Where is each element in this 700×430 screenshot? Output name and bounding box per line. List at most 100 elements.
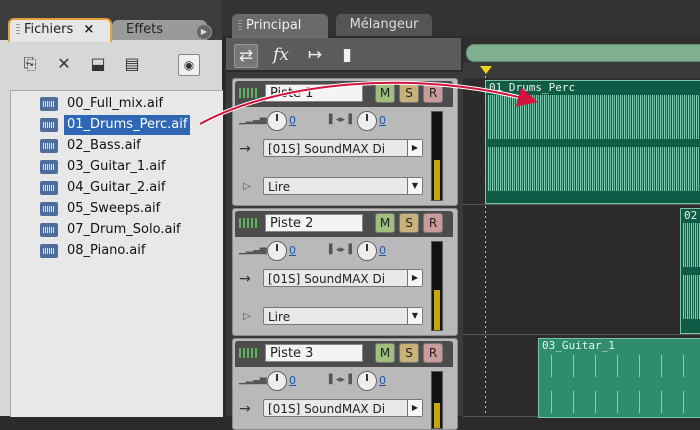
input-select[interactable]: [01S] SoundMAX Di ▶ [263,269,423,287]
zoom-navigator[interactable] [466,44,700,62]
track-grip-icon[interactable] [239,218,259,228]
track-grip-icon[interactable] [239,348,259,358]
audio-clip[interactable]: 01_Drums_Perc [485,80,700,204]
file-list-item[interactable]: 02_Bass.aif [40,136,144,156]
record-button[interactable]: R [423,83,443,103]
track-header[interactable]: Piste 1 M S R ▁▂▃▅ 0 ▌◂▸▐ 0 → [01S] Soun… [232,78,458,206]
volume-knob[interactable] [267,371,287,391]
volume-icon: ▁▂▃▅ [239,245,267,255]
pan-knob[interactable] [357,111,377,131]
audio-clip[interactable]: 02 [680,208,700,334]
inputs-outputs-icon[interactable]: ⇄ [234,44,258,68]
tab-principal-label: Principal [246,18,302,33]
pan-value[interactable]: 0 [379,374,386,387]
tab-grip-icon [238,19,242,32]
file-name: 05_Sweeps.aif [67,201,161,216]
panel-menu-icon[interactable]: ▶ [196,24,212,40]
audio-file-icon [40,244,58,258]
audio-file-icon [40,97,58,111]
file-list-item[interactable]: 05_Sweeps.aif [40,199,163,219]
automation-mode-value: Lire [268,310,291,324]
file-list-item[interactable]: 03_Guitar_1.aif [40,157,168,177]
volume-knob[interactable] [267,111,287,131]
track-header[interactable]: Piste 2 M S R ▁▂▃▅ 0 ▌◂▸▐ 0 → [01S] Soun… [232,208,458,336]
track-header[interactable]: Piste 3 M S R ▁▂▃▅ 0 ▌◂▸▐ 0 → [01S] Soun… [232,338,458,430]
automation-mode-select[interactable]: Lire ▼ [263,177,423,195]
waveform [488,147,700,191]
pan-icon: ▌◂▸▐ [329,375,352,385]
automation-mode-select[interactable]: Lire ▼ [263,307,423,325]
pan-knob[interactable] [357,241,377,261]
file-name: 01_Drums_Perc.aif [67,117,188,132]
tab-files[interactable]: Fichiers × [8,18,112,42]
eq-icon[interactable]: ▮ [336,44,358,66]
tab-melangeur[interactable]: Mélangeur [336,14,432,36]
volume-knob[interactable] [267,241,287,261]
tab-principal[interactable]: Principal [232,14,328,38]
insert-cd-icon[interactable]: ▤ [122,54,142,74]
file-list-item[interactable]: 07_Drum_Solo.aif [40,220,184,240]
track-lane[interactable] [463,206,700,335]
pan-value[interactable]: 0 [379,114,386,127]
track-name-field[interactable]: Piste 1 [265,84,363,102]
expand-triangle-icon[interactable]: ▷ [243,311,251,322]
file-name: 07_Drum_Solo.aif [67,222,181,237]
tab-close-icon[interactable]: × [83,22,94,37]
pan-icon: ▌◂▸▐ [329,245,352,255]
insert-multitrack-icon[interactable]: ⬓ [88,54,108,74]
mute-button[interactable]: M [375,83,395,103]
effects-icon[interactable]: fx [270,44,292,66]
playhead-line [485,76,486,416]
pan-icon: ▌◂▸▐ [329,115,352,125]
waveform [488,95,700,139]
input-select[interactable]: [01S] SoundMAX Di ▶ [263,399,423,417]
mute-button[interactable]: M [375,343,395,363]
waveform [683,223,700,267]
volume-value[interactable]: 0 [289,374,296,387]
automation-mode-value: Lire [268,180,291,194]
audio-clip[interactable]: 03_Guitar_1 [538,338,700,418]
playhead-marker-icon[interactable] [480,66,492,74]
input-arrow-icon: → [239,141,251,157]
input-select-value: [01S] SoundMAX Di [268,402,386,416]
solo-button[interactable]: S [399,343,419,363]
track-name-field[interactable]: Piste 3 [265,344,363,362]
record-button[interactable]: R [423,213,443,233]
pan-knob[interactable] [357,371,377,391]
file-list-item[interactable]: 00_Full_mix.aif [40,94,166,114]
open-file-icon[interactable]: ⎘ [20,54,40,74]
volume-value[interactable]: 0 [289,244,296,257]
tab-files-label: Fichiers [24,22,74,37]
tab-effects[interactable]: Effets [112,20,207,40]
file-list-item[interactable]: 04_Guitar_2.aif [40,178,168,198]
mute-button[interactable]: M [375,213,395,233]
pan-value[interactable]: 0 [379,244,386,257]
volume-icon: ▁▂▃▅ [239,375,267,385]
show-options-icon[interactable]: ◉ [178,54,200,76]
file-list-item[interactable]: 08_Piano.aif [40,241,148,261]
solo-button[interactable]: S [399,213,419,233]
waveform [541,391,700,413]
chevron-right-icon[interactable]: ▶ [407,140,422,156]
record-button[interactable]: R [423,343,443,363]
tab-grip-icon [118,23,122,36]
expand-triangle-icon[interactable]: ▷ [243,181,251,192]
track-grip-icon[interactable] [239,88,259,98]
input-select[interactable]: [01S] SoundMAX Di ▶ [263,139,423,157]
tab-grip-icon [16,23,20,36]
chevron-right-icon[interactable]: ▶ [407,400,422,416]
file-list-item[interactable]: 01_Drums_Perc.aif [40,115,191,135]
close-file-icon[interactable]: ✕ [54,54,74,74]
chevron-down-icon[interactable]: ▼ [407,178,422,194]
time-ruler[interactable] [463,62,700,79]
chevron-right-icon[interactable]: ▶ [407,270,422,286]
clip-title: 02 [684,209,698,222]
clip-title: 01_Drums_Perc [489,81,576,94]
track-name-field[interactable]: Piste 2 [265,214,363,232]
chevron-down-icon[interactable]: ▼ [407,308,422,324]
input-arrow-icon: → [239,401,251,417]
volume-value[interactable]: 0 [289,114,296,127]
track-title-bar: Piste 1 M S R [235,81,453,107]
sends-icon[interactable]: ↦ [304,44,326,66]
solo-button[interactable]: S [399,83,419,103]
